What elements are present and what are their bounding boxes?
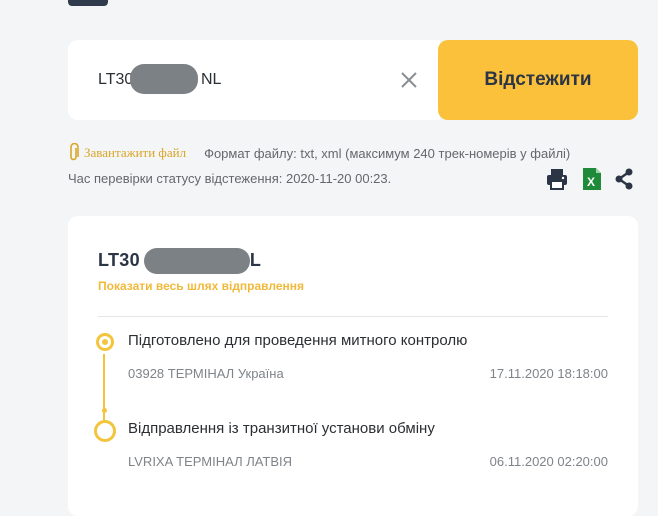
input-suffix-text: NL <box>201 71 222 88</box>
event-title: Відправлення із транзитної установи обмі… <box>128 420 435 437</box>
timeline-dot-active <box>96 333 114 351</box>
share-icon[interactable] <box>612 167 636 191</box>
excel-icon[interactable]: X <box>580 167 604 191</box>
paperclip-icon <box>70 143 79 161</box>
event-place: 03928 ТЕРМІНАЛ Україна <box>128 366 284 381</box>
status-check-time: Час перевірки статусу відстеження: 2020-… <box>68 171 392 186</box>
redaction-mask <box>130 64 198 94</box>
track-button[interactable]: Відстежити <box>438 40 638 120</box>
print-icon[interactable] <box>545 167 569 191</box>
upload-row: Завантажити файл Формат файлу: txt, xml … <box>68 143 638 163</box>
timeline-line <box>103 354 105 424</box>
upload-file-link[interactable]: Завантажити файл <box>84 145 186 161</box>
event-place: LVRIXA ТЕРМІНАЛ ЛАТВІЯ <box>128 454 293 469</box>
page-title-fragment <box>68 0 108 6</box>
file-format-hint: Формат файлу: txt, xml (максимум 240 тре… <box>204 145 571 161</box>
shipment-card: LT30 L Показати весь шлях відправлення Пі… <box>68 216 638 516</box>
divider <box>98 316 608 317</box>
tracking-suffix: L <box>249 250 262 270</box>
svg-text:X: X <box>587 175 595 189</box>
event-date: 17.11.2020 18:18:00 <box>489 366 608 381</box>
tracking-search-box: NL <box>68 40 440 120</box>
event-title: Підготовлено для проведення митного конт… <box>128 332 468 349</box>
show-full-path-link[interactable]: Показати весь шлях відправлення <box>98 279 304 293</box>
timeline-connector-dot <box>102 408 107 413</box>
event-date: 06.11.2020 02:20:00 <box>489 454 608 469</box>
tracking-prefix: LT30 <box>98 250 140 270</box>
close-icon[interactable] <box>398 69 420 91</box>
redaction-mask <box>144 248 250 274</box>
timeline-dot <box>94 420 116 442</box>
